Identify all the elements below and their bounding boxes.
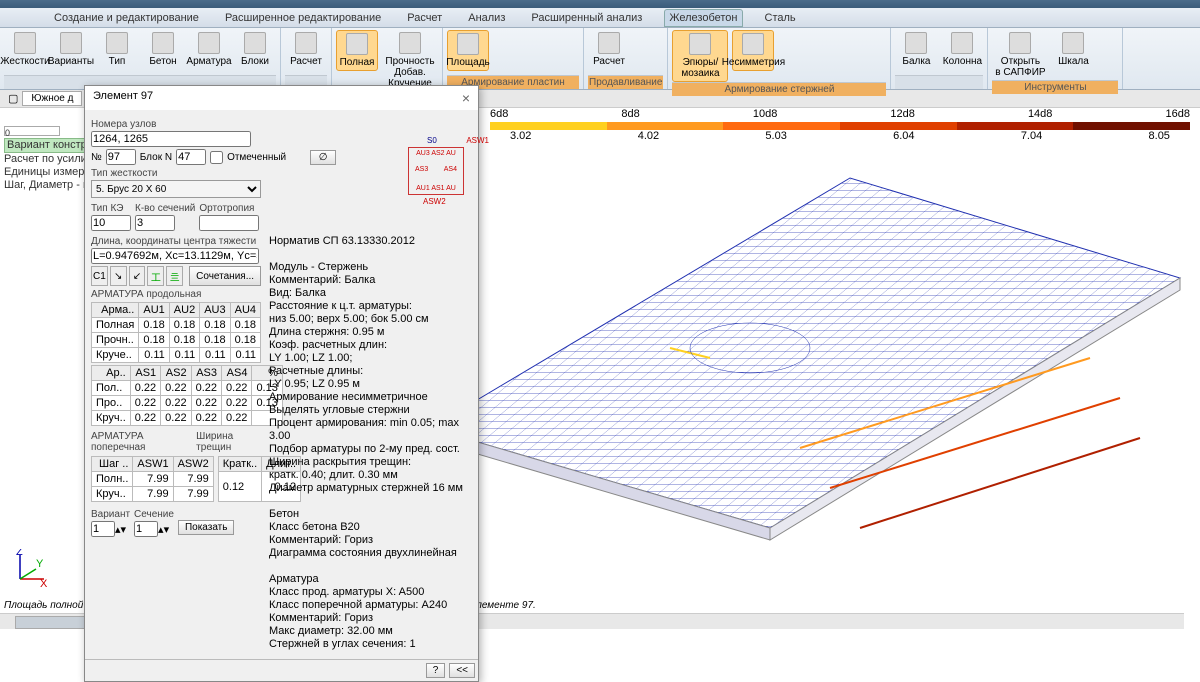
marked-checkbox[interactable]	[210, 151, 223, 164]
table-as: Ар..AS1AS2AS3AS4%Пол..0.220.220.220.220.…	[91, 365, 283, 426]
ribbon-button[interactable]: Площадь	[447, 30, 489, 71]
ribbon-small-button[interactable]	[822, 50, 840, 68]
combinations-button[interactable]: Сочетания...	[189, 266, 261, 286]
show-button[interactable]: Показать	[178, 520, 235, 535]
element-number-field[interactable]	[106, 149, 136, 165]
ribbon-small-button[interactable]	[800, 30, 818, 48]
menu-item[interactable]: Сталь	[761, 10, 800, 26]
block-field	[176, 149, 206, 165]
menu-item[interactable]: Создание и редактирование	[50, 10, 203, 26]
menu-item[interactable]: Расширенный анализ	[527, 10, 646, 26]
diameter-button[interactable]: ∅	[310, 150, 336, 165]
ribbon-small-button[interactable]	[493, 50, 511, 68]
section-count-field	[135, 215, 175, 231]
ribbon: ЖесткостиВариантыТипБетонАрматураБлоки Р…	[0, 28, 1200, 90]
tool-2[interactable]: ↙	[129, 266, 146, 286]
dialog-title: Элемент 97	[93, 90, 153, 106]
ribbon-small-button[interactable]	[800, 50, 818, 68]
length-field	[91, 248, 259, 264]
ribbon-button[interactable]: Шкала	[1052, 30, 1094, 69]
doc-tab[interactable]: Южное д	[22, 91, 82, 106]
ribbon-button[interactable]: Арматура	[188, 30, 230, 69]
ribbon-small-button[interactable]	[844, 30, 862, 48]
color-legend: 6d88d810d812d814d816d8 3.024.025.036.047…	[490, 108, 1190, 138]
ribbon-small-button[interactable]	[537, 30, 555, 48]
ribbon-small-button[interactable]	[822, 30, 840, 48]
legend-ticks: 6d88d810d812d814d816d8	[490, 108, 1190, 120]
ribbon-small-button[interactable]	[1098, 30, 1116, 48]
menu-item[interactable]: Железобетон	[664, 9, 742, 27]
ribbon-button[interactable]: Бетон	[142, 30, 184, 69]
ribbon-small-button[interactable]	[1098, 50, 1116, 68]
ribbon-button[interactable]: Блоки	[234, 30, 276, 69]
element-info-dialog: Элемент 97 × Номера узлов № Блок N Отмеч…	[84, 85, 479, 682]
axis-gizmo: Z X Y	[10, 549, 50, 589]
ribbon-button[interactable]: Тип	[96, 30, 138, 69]
dialog-toolbar: C1 ↘ ↙ 工 亖 Сочетания...	[91, 266, 261, 286]
ribbon-button[interactable]: Балка	[895, 30, 937, 69]
nodes-field[interactable]	[91, 131, 251, 147]
ribbon-small-button[interactable]	[515, 50, 533, 68]
ribbon-small-button[interactable]	[866, 30, 884, 48]
ribbon-small-button[interactable]	[778, 50, 796, 68]
ribbon-button[interactable]: ПрочностьДобав.Кручение	[382, 30, 438, 91]
ribbon-small-button[interactable]	[866, 50, 884, 68]
titlebar	[0, 0, 1200, 8]
close-icon[interactable]: ×	[462, 90, 470, 106]
svg-text:X: X	[40, 578, 48, 589]
stiffness-select[interactable]: 5. Брус 20 X 60	[91, 180, 261, 198]
help-button[interactable]: ?	[426, 663, 446, 678]
menu-item[interactable]: Анализ	[464, 10, 509, 26]
ortho-field	[199, 215, 259, 231]
cross-section-diagram: S0 ASW1 ASW2 AU3 AS2 AU AS3 AS4 AU1 AS1 …	[408, 147, 464, 195]
ribbon-button[interactable]: Жесткости	[4, 30, 46, 69]
info-text-panel: Норматив СП 63.13330.2012 Модуль - Стерж…	[267, 233, 472, 653]
svg-text:Z: Z	[16, 549, 23, 558]
tool-4[interactable]: 亖	[166, 266, 183, 286]
variant-spinner[interactable]	[91, 521, 115, 537]
menu-item[interactable]: Расчет	[403, 10, 446, 26]
ribbon-button[interactable]: Эпюры/мозаика	[672, 30, 728, 82]
ribbon-button[interactable]: Полная	[336, 30, 378, 71]
dialog-titlebar[interactable]: Элемент 97 ×	[85, 86, 478, 110]
svg-text:Y: Y	[36, 558, 44, 570]
ribbon-small-button[interactable]	[515, 30, 533, 48]
table-au: Арма..AU1AU2AU3AU4Полная0.180.180.180.18…	[91, 302, 261, 363]
ribbon-small-button[interactable]	[559, 50, 577, 68]
ribbon-small-button[interactable]	[634, 50, 652, 68]
ribbon-button[interactable]: Расчет	[285, 30, 327, 69]
menu-item[interactable]: Расширенное редактирование	[221, 10, 385, 26]
ribbon-button[interactable]: Колонна	[941, 30, 983, 69]
legend-bar	[490, 122, 1190, 130]
ribbon-button[interactable]: Расчет	[588, 30, 630, 69]
ribbon-small-button[interactable]	[537, 50, 555, 68]
legend-vals: 3.024.025.036.047.048.05	[490, 130, 1190, 142]
ke-field	[91, 215, 131, 231]
tool-c1[interactable]: C1	[91, 266, 108, 286]
ribbon-small-button[interactable]	[559, 30, 577, 48]
ribbon-small-button[interactable]	[844, 50, 862, 68]
table-asw: Шаг ..ASW1ASW2Полн..7.997.99Круч..7.997.…	[91, 456, 214, 502]
ribbon-button[interactable]: Варианты	[50, 30, 92, 69]
ribbon-button[interactable]: Открытьв САПФИР	[992, 30, 1048, 80]
section-spinner[interactable]	[134, 521, 158, 537]
tool-3[interactable]: 工	[147, 266, 164, 286]
tool-1[interactable]: ↘	[110, 266, 127, 286]
ribbon-small-button[interactable]	[634, 30, 652, 48]
menubar: Создание и редактирование Расширенное ред…	[0, 8, 1200, 28]
ribbon-small-button[interactable]	[493, 30, 511, 48]
3d-mesh-view[interactable]	[370, 148, 1190, 588]
ribbon-button[interactable]: Несимметрия	[732, 30, 774, 71]
prev-button[interactable]: <<	[449, 663, 475, 678]
ribbon-small-button[interactable]	[778, 30, 796, 48]
